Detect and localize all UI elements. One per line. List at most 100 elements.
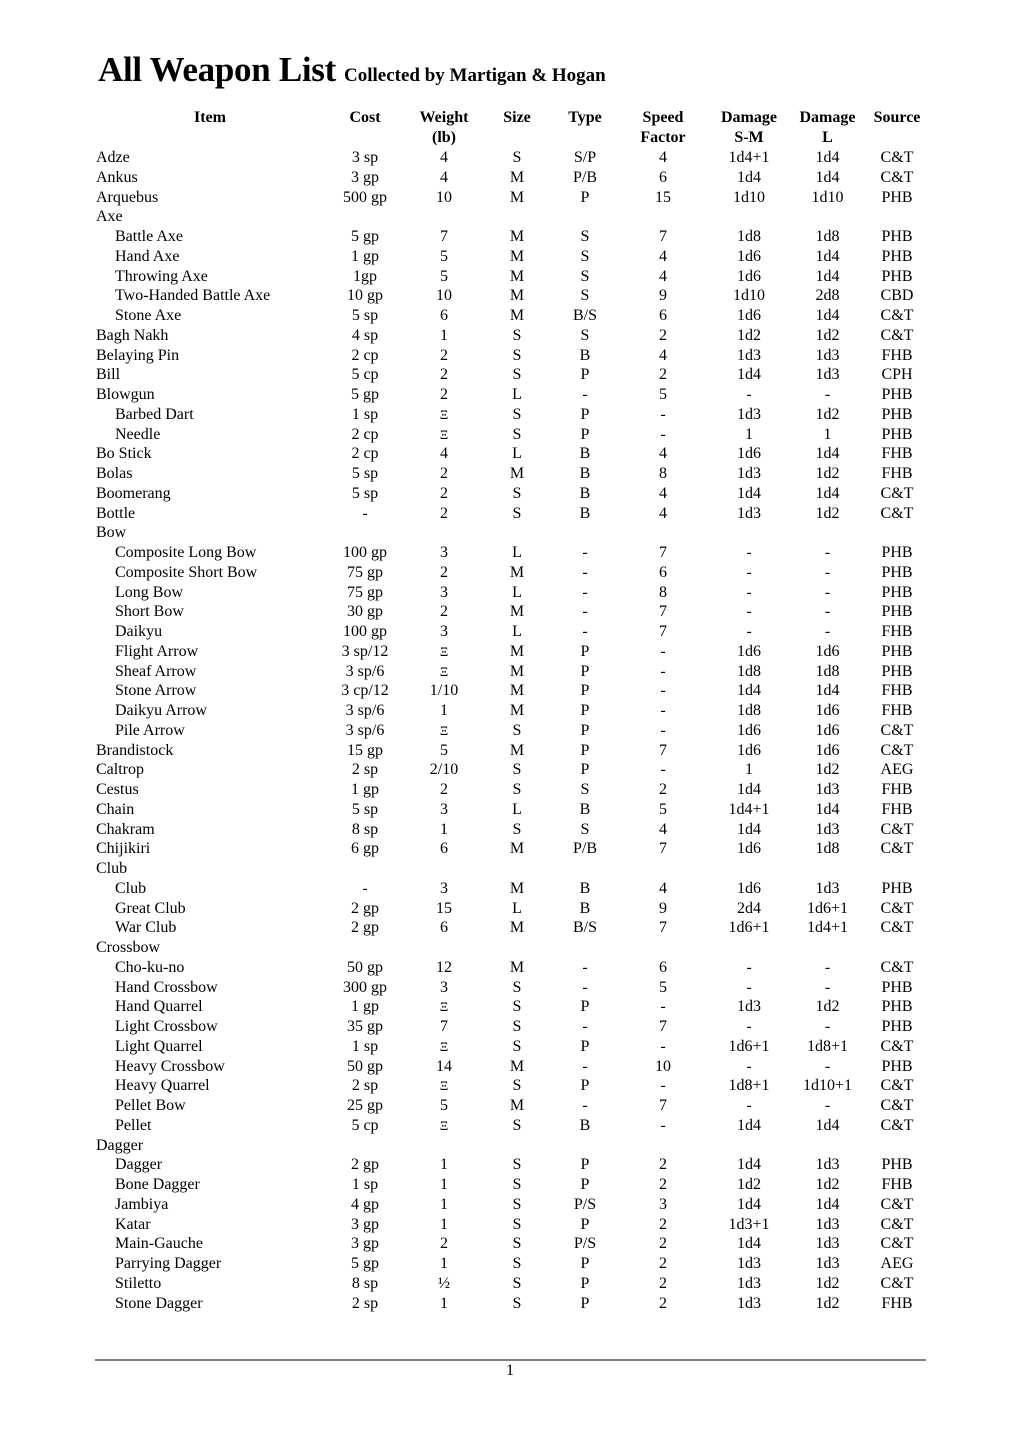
source-cell: C&T [880, 1037, 914, 1055]
table-row: Flight Arrow 3 sp/12 Ξ M P - 1d6 1d6 PHB [96, 642, 929, 662]
damage-sm-cell: 1d10 [733, 188, 765, 206]
table-row: Stone Dagger 2 sp 1 S P 2 1d3 1d2 FHB [96, 1294, 929, 1314]
size-cell [482, 859, 552, 879]
item-name-cell: Chakram [96, 820, 155, 838]
speed-cell: 8 [659, 583, 667, 601]
speed-cell: 6 [659, 563, 667, 581]
source-cell [865, 207, 929, 227]
table-group-row: Dagger [96, 1136, 929, 1156]
speed-cell: 7 [659, 228, 667, 245]
source-cell: C&T [880, 1097, 914, 1114]
source-cell: PHB [881, 563, 913, 581]
weight-cell: 6 [440, 919, 448, 937]
cost-cell [324, 1136, 406, 1156]
cost-cell: 2 gp [351, 1156, 379, 1174]
size-cell: S [512, 425, 522, 443]
table-row: Brandistock 15 gp 5 M P 7 1d6 1d6 C&T [96, 741, 929, 761]
type-cell: P [580, 1156, 590, 1174]
type-cell: B [579, 899, 591, 917]
size-cell: S [512, 1195, 522, 1213]
type-cell: P [580, 721, 590, 739]
size-cell: S [512, 1116, 522, 1134]
damage-l-cell: 1d4 [815, 1116, 840, 1134]
size-cell: S [512, 1215, 522, 1233]
size-cell: S [512, 1018, 522, 1035]
item-name-cell: War Club [115, 919, 177, 937]
speed-cell: 4 [659, 149, 667, 166]
header-cost: Cost [324, 108, 406, 148]
cost-cell: 3 sp [351, 149, 379, 166]
type-cell: - [582, 1018, 588, 1035]
item-name-cell: Composite Short Bow [115, 563, 258, 581]
cost-cell: 5 gp [351, 228, 379, 245]
item-name-cell: Great Club [115, 899, 186, 917]
damage-l-cell: 1d2 [815, 761, 840, 779]
type-cell: S [580, 247, 590, 265]
cost-cell: 3 gp [351, 1215, 379, 1233]
size-cell: S [512, 366, 522, 384]
damage-l-cell: 1 [823, 425, 832, 443]
table-row: Daikyu 100 gp 3 L - 7 - - FHB [96, 622, 929, 642]
damage-sm-cell: 1d4 [737, 1235, 761, 1253]
source-cell: FHB [881, 1176, 913, 1193]
damage-l-cell: 1d6 [815, 642, 840, 660]
damage-sm-cell: 1d4 [737, 781, 761, 798]
damage-l-cell: - [824, 386, 831, 403]
weight-cell [406, 938, 482, 958]
cost-cell: 1 gp [351, 781, 379, 798]
table-row: Stone Axe 5 sp 6 M B/S 6 1d6 1d4 C&T [96, 306, 929, 326]
type-cell: P [580, 188, 590, 206]
source-cell [865, 938, 929, 958]
damage-sm-cell: 1d6 [737, 721, 761, 739]
damage-sm-cell: 1d2 [737, 326, 761, 344]
speed-cell: 2 [659, 781, 667, 798]
weight-cell: 6 [440, 307, 448, 324]
table-row: Two-Handed Battle Axe 10 gp 10 M S 9 1d10 2d8 CB… [96, 286, 929, 306]
size-cell: S [512, 1156, 522, 1174]
cost-cell [324, 207, 406, 227]
source-cell [865, 523, 929, 543]
weight-cell: 2 [440, 386, 448, 403]
cost-cell: - [362, 504, 368, 522]
speed-cell: 7 [659, 603, 667, 621]
table-row: Boomerang 5 sp 2 S B 4 1d4 1d4 C&T [96, 484, 929, 504]
size-cell: M [509, 958, 525, 976]
source-cell: PHB [881, 267, 913, 285]
header-weight: Weight (lb) [406, 108, 482, 148]
damage-sm-cell: 1d4 [737, 1195, 761, 1213]
source-cell [865, 859, 929, 879]
size-cell: M [509, 702, 525, 719]
type-cell: - [582, 1057, 588, 1075]
speed-cell [618, 859, 708, 879]
speed-cell [618, 1136, 708, 1156]
table-row: Chijikiri 6 gp 6 M P/B 7 1d6 1d8 C&T [96, 839, 929, 859]
type-cell: P [580, 1037, 590, 1055]
type-cell: B [579, 484, 591, 502]
weight-cell: 10 [436, 287, 452, 305]
cost-cell [324, 859, 406, 879]
header-speed: Speed Factor [618, 108, 708, 148]
item-name-cell: Arquebus [96, 188, 159, 206]
source-cell: FHB [881, 682, 913, 700]
item-name-cell: Club [115, 879, 147, 897]
table-group-row: Bow [96, 523, 929, 543]
damage-sm-cell: 1d6 [737, 247, 761, 265]
table-row: Jambiya 4 gp 1 S P/S 3 1d4 1d4 C&T [96, 1195, 929, 1215]
weight-cell: 2 [440, 465, 448, 482]
speed-cell: - [660, 1037, 666, 1055]
damage-l-cell: 1d4 [815, 168, 840, 186]
item-name-cell: Club [96, 860, 128, 877]
speed-cell: - [660, 721, 666, 739]
weight-cell: Ξ [439, 426, 449, 442]
damage-l-cell: - [824, 1018, 831, 1035]
item-name-cell: Bo Stick [96, 445, 152, 463]
weight-cell [406, 859, 482, 879]
type-cell: B/S [572, 307, 597, 324]
item-name-cell: Bagh Nakh [96, 326, 169, 344]
table-row: Long Bow 75 gp 3 L - 8 - - PHB [96, 583, 929, 603]
damage-sm-cell: 1d4+1 [728, 800, 770, 818]
weight-cell: 5 [440, 741, 448, 759]
type-cell: B/S [572, 919, 597, 937]
header-damage-sm-label: Damage [721, 109, 777, 126]
speed-cell: - [660, 405, 666, 423]
